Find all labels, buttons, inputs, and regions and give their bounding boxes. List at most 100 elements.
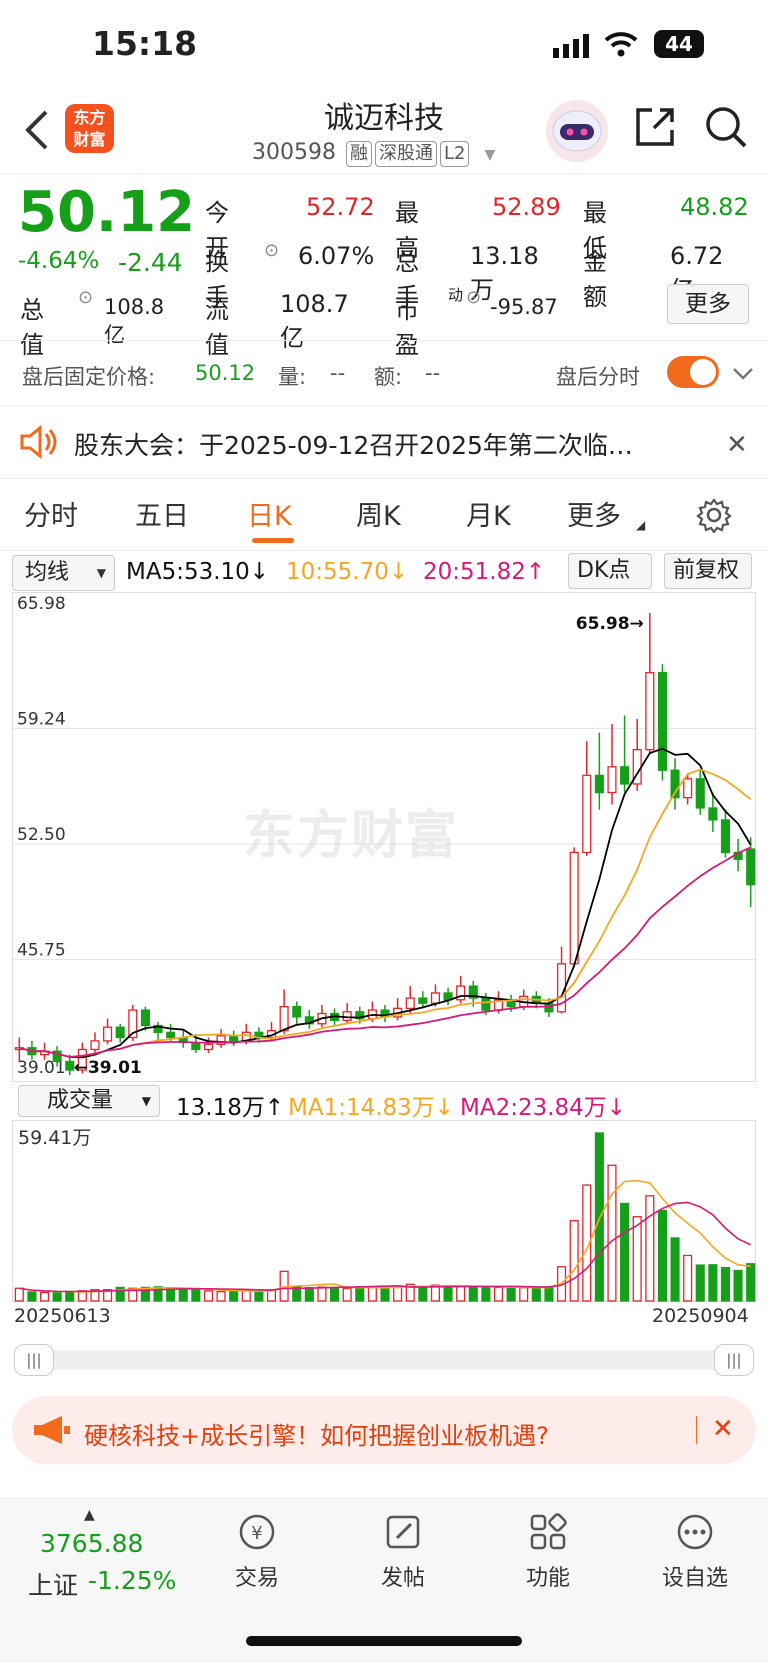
- adjust-button[interactable]: 前复权: [664, 553, 752, 589]
- y-tick-label: 45.75: [17, 941, 66, 961]
- range-handle-left[interactable]: |||: [14, 1344, 54, 1376]
- candle-body: [657, 671, 667, 771]
- pe-sup: 动: [448, 286, 464, 304]
- divider: [0, 173, 768, 174]
- nav-function[interactable]: 功能: [503, 1512, 593, 1592]
- volume-bar: [481, 1286, 491, 1302]
- nav-post[interactable]: 发帖: [358, 1512, 448, 1592]
- ma20-value: 20:51.82↑: [423, 559, 546, 585]
- candle-body: [103, 1026, 113, 1042]
- tab-monthly[interactable]: 月K: [466, 494, 511, 533]
- robot-avatar[interactable]: [546, 100, 608, 162]
- kline-chart[interactable]: 65.98 59.24 52.50 45.75 39.01 65.98→ ←39.01 东方…: [12, 592, 757, 1082]
- candle-body: [481, 997, 491, 1011]
- volume-bar: [468, 1286, 478, 1302]
- back-icon[interactable]: [22, 108, 52, 156]
- share-icon[interactable]: [632, 104, 678, 154]
- watermark: 东方财富: [243, 806, 460, 866]
- dk-point-button[interactable]: DK点: [568, 553, 652, 589]
- info-icon[interactable]: ⊙: [466, 287, 481, 308]
- volume-bar: [493, 1286, 504, 1302]
- info-icon[interactable]: ⊙: [264, 240, 279, 261]
- tab-more[interactable]: 更多: [567, 494, 621, 533]
- ma10-value: 10:55.70↓: [286, 559, 409, 585]
- stock-code-row[interactable]: 300598 融深股通 L2 ▼: [252, 140, 495, 167]
- volume-bar: [544, 1286, 554, 1302]
- nav-function-label: 功能: [525, 1566, 570, 1591]
- volume-bar: [657, 1209, 667, 1302]
- caret-icon: ◢: [636, 518, 646, 532]
- edit-icon: [386, 1515, 420, 1549]
- ah-toggle-label: 盘后分时: [556, 365, 640, 389]
- volume-bar: [191, 1289, 201, 1302]
- volume-bar: [39, 1291, 50, 1302]
- chevron-down-icon[interactable]: [732, 363, 754, 387]
- tab-weekly[interactable]: 周K: [356, 494, 401, 533]
- volume-bar: [254, 1291, 264, 1302]
- volume-bar: [418, 1285, 428, 1302]
- after-hours-bar: 盘后固定价格: 50.12 量: -- 额: -- 盘后分时: [0, 341, 768, 405]
- volume-bar: [569, 1220, 579, 1302]
- tag-margin: 融: [345, 141, 372, 167]
- close-icon[interactable]: ✕: [726, 430, 748, 460]
- high-value: 52.89: [492, 193, 561, 221]
- candle-body: [115, 1026, 125, 1039]
- more-dots-icon: [677, 1514, 713, 1550]
- info-icon[interactable]: ⊙: [78, 287, 93, 308]
- candle-body: [65, 1060, 75, 1071]
- volume-bar: [720, 1266, 731, 1302]
- volume-bar: [683, 1254, 693, 1302]
- tab-daily[interactable]: 日K: [247, 494, 292, 533]
- volume-bar: [746, 1263, 756, 1302]
- volume-bar: [304, 1287, 314, 1302]
- candle-body: [342, 1011, 352, 1022]
- volume-bar: [355, 1286, 365, 1302]
- open-value: 52.72: [306, 193, 375, 221]
- promo-banner[interactable]: 硬核科技+成长引擎！如何把握创业板机遇? ✕: [12, 1396, 756, 1464]
- volume-bar: [708, 1264, 718, 1302]
- volume-bar: [14, 1287, 24, 1302]
- volume-bar: [733, 1269, 743, 1302]
- volume-bar: [632, 1216, 642, 1302]
- nav-watchlist[interactable]: 设自选: [650, 1512, 740, 1592]
- gear-icon[interactable]: [696, 497, 732, 537]
- status-time: 15:18: [92, 24, 198, 63]
- volume-bar: [519, 1287, 529, 1302]
- notice-bar[interactable]: 股东大会：于2025-09-12召开2025年第二次临… ✕: [0, 406, 768, 478]
- vol-max-label: 59.41万: [18, 1127, 92, 1149]
- volume-chart[interactable]: 59.41万: [12, 1120, 756, 1302]
- high-marker: 65.98→: [576, 614, 644, 634]
- more-button[interactable]: 更多: [667, 284, 749, 324]
- vol-selector[interactable]: 成交量 ▼: [18, 1085, 160, 1117]
- candle-body: [418, 997, 428, 1004]
- volume-bar: [620, 1202, 630, 1302]
- range-track[interactable]: [14, 1350, 754, 1370]
- dk-label: DK点: [577, 558, 631, 583]
- index-value[interactable]: 3765.88: [40, 1529, 143, 1558]
- close-icon[interactable]: ✕: [712, 1414, 734, 1444]
- stock-name: 诚迈科技: [324, 101, 444, 136]
- volume-bar: [695, 1264, 705, 1302]
- candle-body: [140, 1009, 150, 1027]
- ma-selector[interactable]: 均线 ▼: [12, 555, 115, 591]
- ah-toggle[interactable]: [667, 356, 719, 388]
- amount-label: 金额: [583, 248, 607, 311]
- tag-l2: L2: [439, 141, 470, 167]
- volume-bar: [203, 1290, 214, 1302]
- battery-icon: 44: [654, 30, 704, 58]
- app-logo: 东方 财富: [65, 104, 114, 153]
- index-pct: -1.25%: [88, 1566, 177, 1595]
- change-amt: -2.44: [118, 248, 183, 277]
- candle-body: [582, 774, 592, 854]
- range-handle-right[interactable]: |||: [714, 1344, 754, 1376]
- tab-intraday[interactable]: 分时: [24, 494, 78, 533]
- tab-5day[interactable]: 五日: [135, 494, 189, 533]
- y-tick-label: 59.24: [17, 709, 66, 729]
- search-icon[interactable]: [703, 104, 749, 154]
- ah-amt: --: [425, 361, 441, 385]
- candle-body: [607, 766, 617, 794]
- ma-selector-label: 均线: [25, 560, 70, 585]
- nav-trade[interactable]: ¥ 交易: [212, 1512, 302, 1592]
- volume-bar: [506, 1286, 516, 1302]
- volume-bar: [443, 1285, 453, 1302]
